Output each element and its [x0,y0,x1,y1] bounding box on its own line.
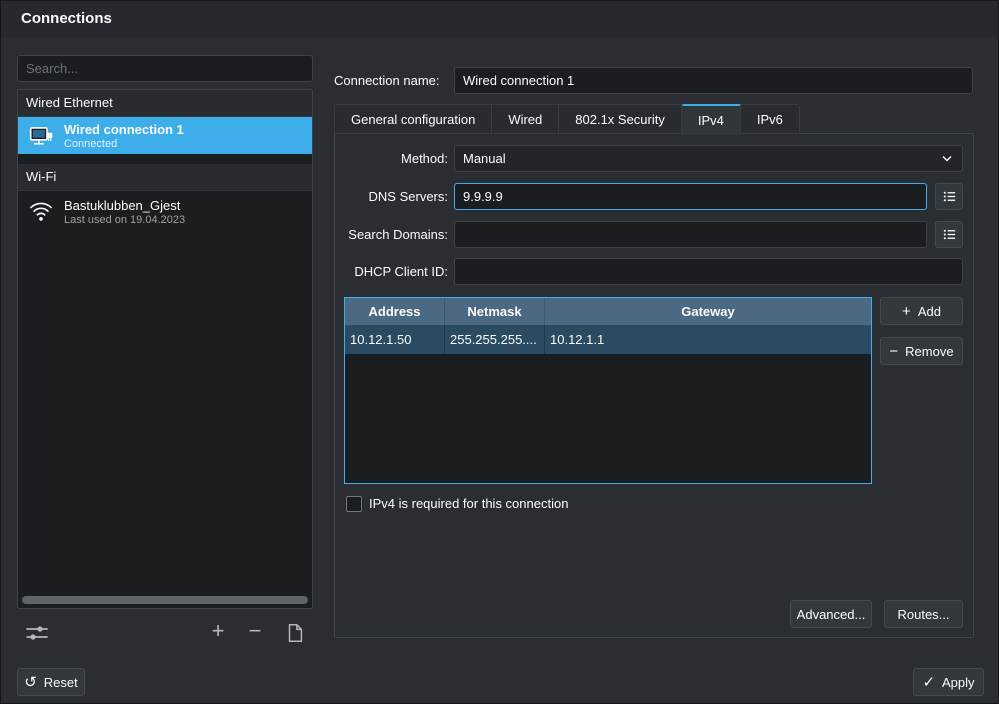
tab-ipv6[interactable]: IPv6 [740,104,800,134]
connection-item-wired[interactable]: Wired connection 1 Connected [18,117,312,154]
tab-label: General configuration [351,111,476,127]
reset-button[interactable]: ↺ Reset [17,668,85,696]
add-connection-icon[interactable]: + [206,617,230,645]
apply-button[interactable]: ✓ Apply [913,668,984,696]
tab-label: IPv6 [756,111,783,127]
ipv4-tab-panel [334,133,974,638]
settings-tabs: General configuration Wired 802.1x Secur… [334,104,800,135]
section-wifi-label: Wi-Fi [26,169,57,184]
apply-button-label: Apply [942,674,975,690]
connection-item-text: Bastuklubben_Gjest Last used on 19.04.20… [64,198,185,226]
connection-name: Wired connection 1 [64,121,184,137]
connection-name: Bastuklubben_Gjest [64,198,181,213]
check-icon: ✓ [922,673,936,691]
export-document-icon[interactable] [282,619,308,647]
connection-item-wifi[interactable]: Bastuklubben_Gjest Last used on 19.04.20… [18,191,312,233]
tab-label: 802.1x Security [575,111,665,127]
tab-label: IPv4 [697,112,724,128]
titlebar: Connections [1,1,998,37]
wifi-icon [28,199,54,225]
reset-icon: ↺ [24,673,37,691]
connection-name-input[interactable] [454,67,973,94]
connections-window: Connections Wired Ethernet Wired con [0,0,999,704]
search-input[interactable] [17,55,313,82]
connection-name-label: Connection name: [334,73,440,88]
remove-connection-icon[interactable]: − [243,617,267,645]
connection-item-text: Wired connection 1 Connected [64,122,184,150]
connection-list: Wired Ethernet Wired connection 1 Connec… [17,89,313,609]
section-wifi: Wi-Fi [18,164,312,191]
window-title: Connections [21,10,112,27]
tab-label: Wired [508,111,543,127]
section-wired-label: Wired Ethernet [26,95,113,110]
connection-status: Last used on 19.04.2023 [64,214,186,226]
tab-wired[interactable]: Wired [492,104,560,134]
horizontal-scrollbar[interactable] [22,596,308,604]
wired-network-icon [28,123,54,149]
connection-status: Connected [64,137,118,150]
configure-sliders-icon[interactable] [23,619,51,647]
tab-ipv4[interactable]: IPv4 [681,104,741,135]
tab-8021x-security[interactable]: 802.1x Security [559,104,682,134]
section-wired-ethernet: Wired Ethernet [18,90,312,117]
tab-general-configuration[interactable]: General configuration [334,104,493,134]
reset-button-label: Reset [43,674,78,690]
